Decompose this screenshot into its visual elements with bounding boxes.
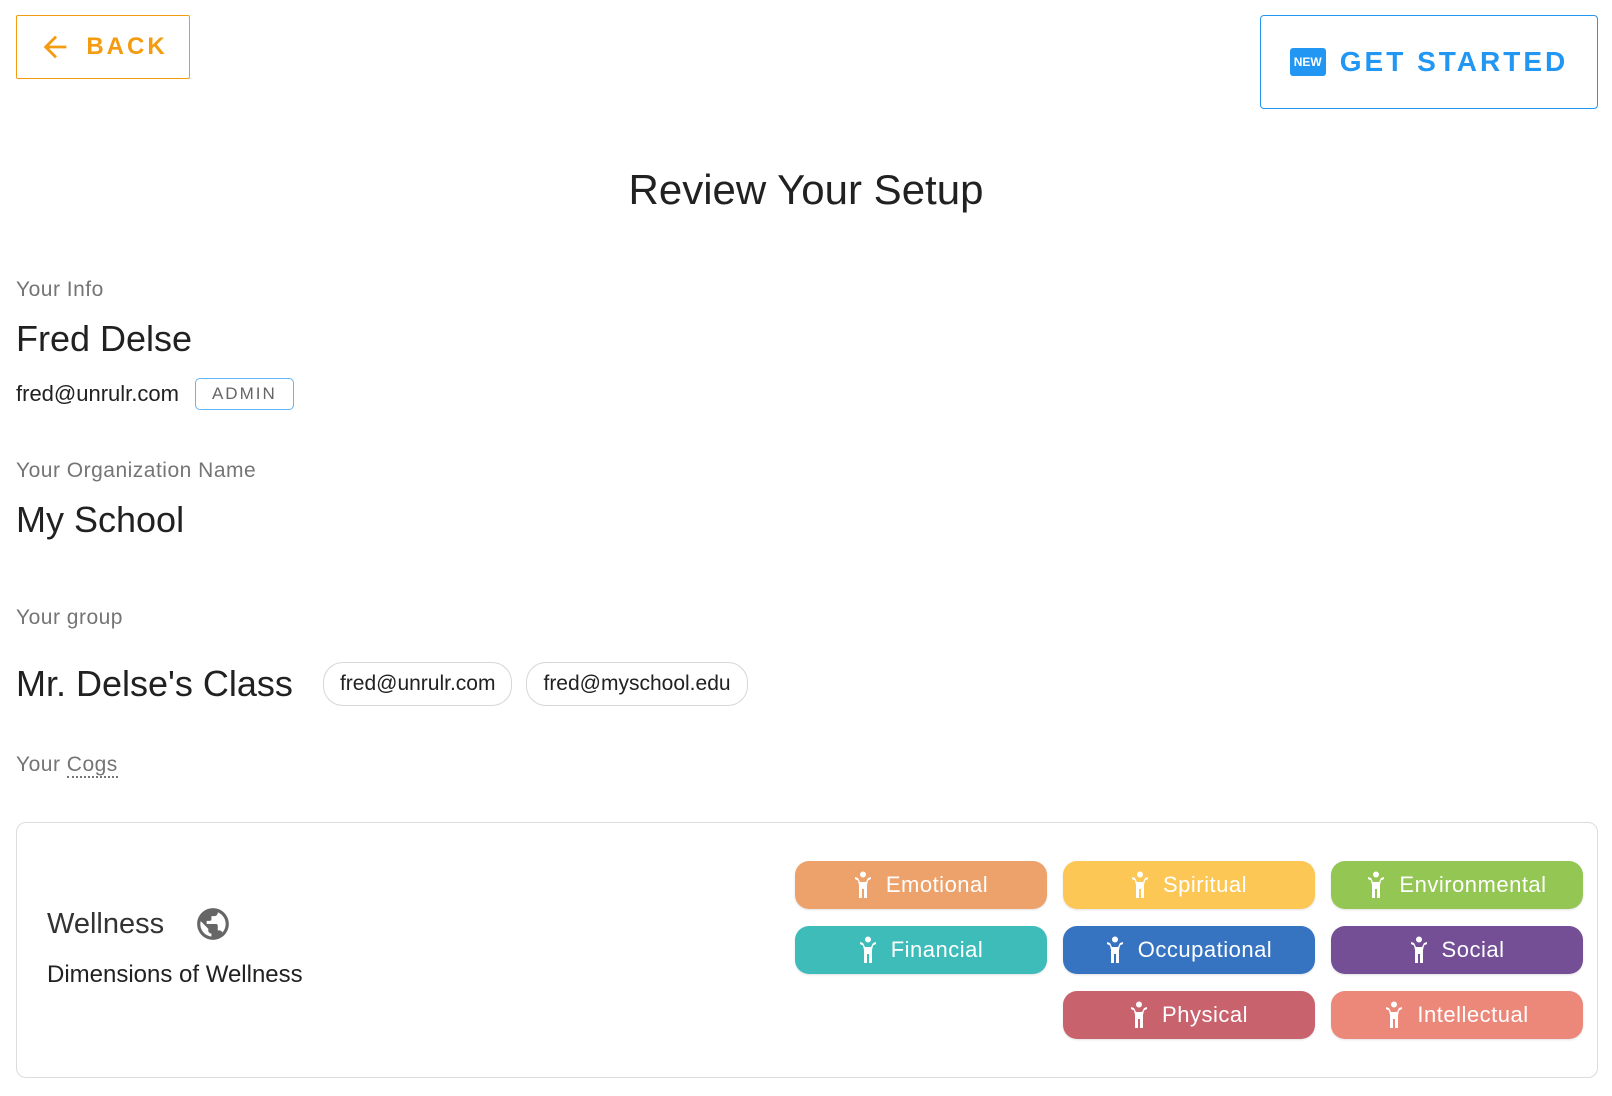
tag-financial[interactable]: Financial xyxy=(795,926,1047,974)
cogs-label-prefix: Your xyxy=(16,753,61,776)
group-section-label: Your group xyxy=(16,606,123,629)
cog-tags: Emotional Spiritual Environmental Financ… xyxy=(795,861,1583,1039)
back-button[interactable]: BACK xyxy=(16,15,190,79)
person-icon xyxy=(1386,1001,1403,1028)
info-section-label: Your Info xyxy=(16,278,104,301)
tag-label: Occupational xyxy=(1137,937,1273,962)
tag-spiritual[interactable]: Spiritual xyxy=(1063,861,1315,909)
cogs-label-abbr[interactable]: Cogs xyxy=(66,753,118,778)
cog-card-wellness[interactable]: Wellness Dimensions of Wellness Emotiona… xyxy=(16,822,1598,1078)
tag-social[interactable]: Social xyxy=(1331,926,1583,974)
person-icon xyxy=(1106,936,1123,963)
tag-label: Emotional xyxy=(885,872,989,897)
new-icon: NEW xyxy=(1289,48,1326,76)
tag-label: Spiritual xyxy=(1163,872,1247,897)
globe-icon xyxy=(197,908,229,940)
cog-description: Dimensions of Wellness xyxy=(47,961,303,988)
group-row: Mr. Delse's Class fred@unrulr.com fred@m… xyxy=(16,662,748,706)
back-button-label: BACK xyxy=(86,33,168,60)
admin-badge: ADMIN xyxy=(194,378,294,410)
tag-label: Environmental xyxy=(1399,872,1547,897)
person-icon xyxy=(1131,1001,1148,1028)
arrow-left-icon xyxy=(43,35,67,59)
tag-occupational[interactable]: Occupational xyxy=(1063,926,1315,974)
group-member-chip[interactable]: fred@myschool.edu xyxy=(526,662,748,706)
tag-intellectual[interactable]: Intellectual xyxy=(1331,991,1583,1039)
page-title: Review Your Setup xyxy=(628,166,984,213)
group-name: Mr. Delse's Class xyxy=(16,663,293,704)
cogs-section-label: Your Cogs xyxy=(16,753,118,778)
person-icon xyxy=(1132,871,1148,898)
tag-physical[interactable]: Physical xyxy=(1063,991,1315,1039)
person-icon xyxy=(1410,936,1427,963)
cog-name-row: Wellness xyxy=(47,905,232,943)
organization-name: My School xyxy=(16,499,185,540)
cog-name: Wellness xyxy=(47,907,165,940)
user-email: fred@unrulr.com xyxy=(16,381,179,406)
organization-section-label: Your Organization Name xyxy=(16,459,257,482)
tag-label: Intellectual xyxy=(1417,1002,1529,1027)
person-icon xyxy=(859,936,876,963)
tag-emotional[interactable]: Emotional xyxy=(795,861,1047,909)
person-icon xyxy=(854,871,871,898)
group-member-chip[interactable]: fred@unrulr.com xyxy=(322,662,513,706)
get-started-label: GET STARTED xyxy=(1339,46,1569,77)
tag-label: Financial xyxy=(890,937,984,962)
tag-label: Physical xyxy=(1162,1002,1248,1027)
user-email-row: fred@unrulr.com ADMIN xyxy=(16,378,294,410)
get-started-button[interactable]: NEW GET STARTED xyxy=(1260,15,1598,109)
tag-label: Social xyxy=(1441,937,1505,962)
tag-environmental[interactable]: Environmental xyxy=(1331,861,1583,909)
person-icon xyxy=(1368,871,1385,898)
user-name: Fred Delse xyxy=(16,318,193,359)
